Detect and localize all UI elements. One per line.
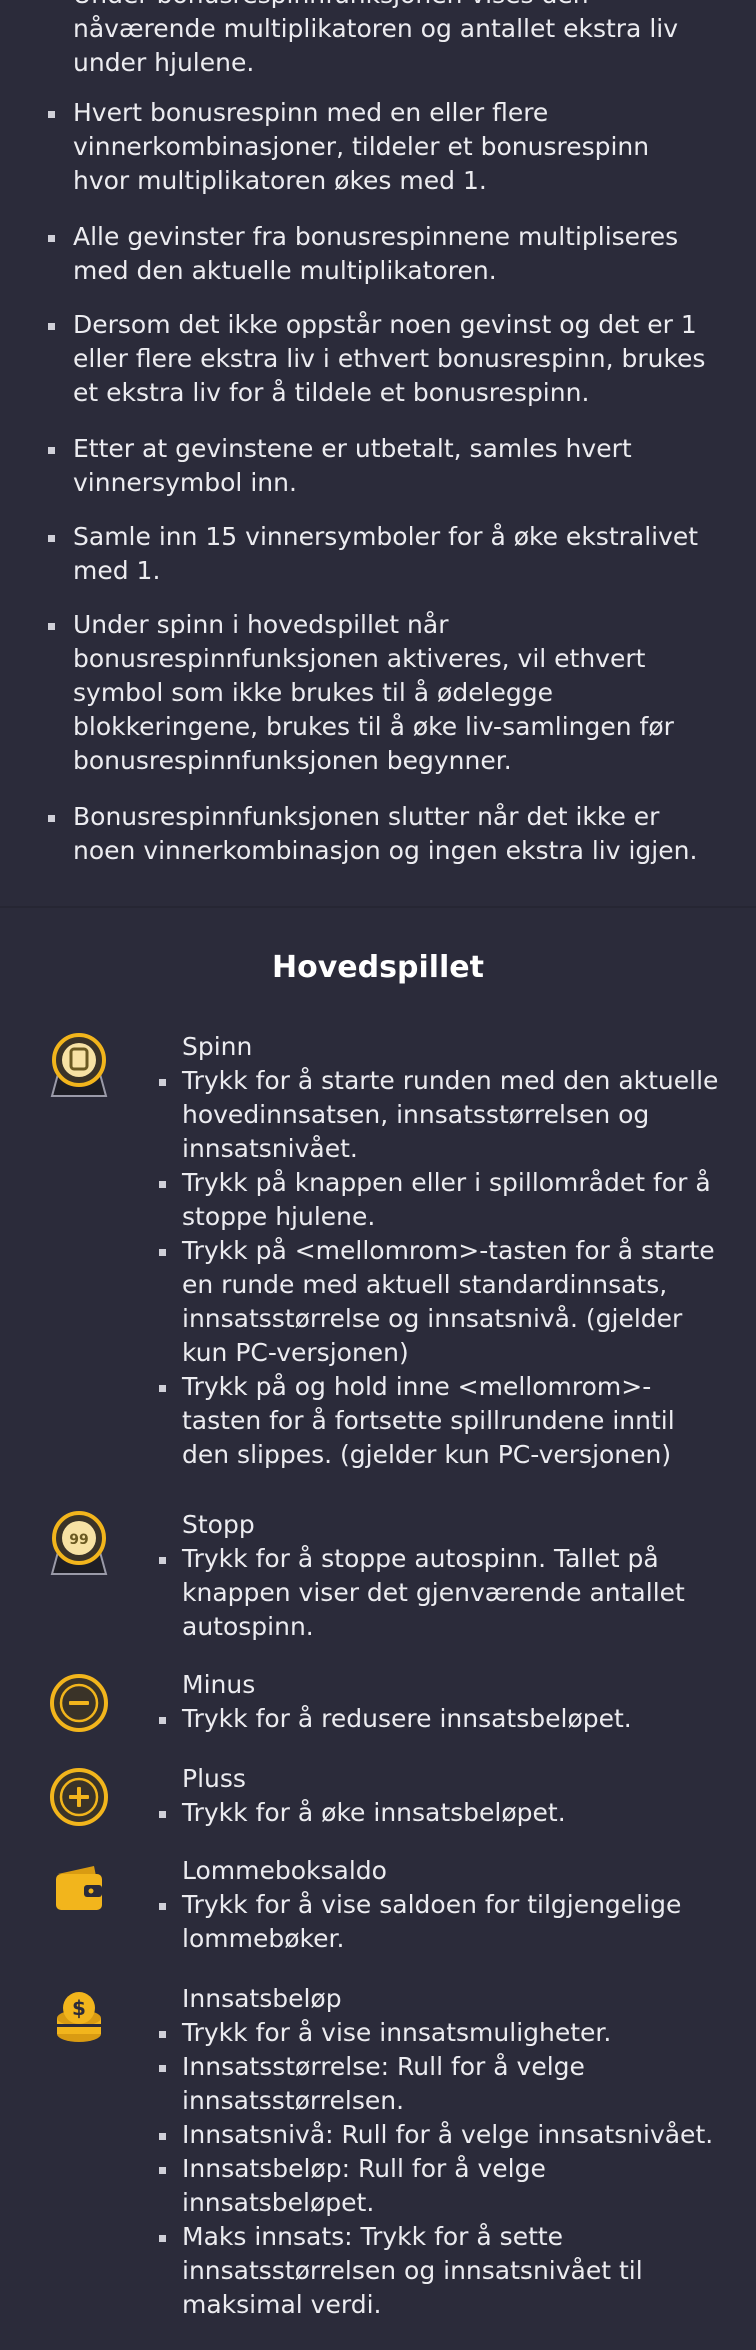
stop-description-list: Trykk for å stoppe autospinn. Tallet på … [159, 1542, 722, 1644]
spin-description-item: Trykk på <mellomrom>-tasten for å starte… [159, 1234, 722, 1370]
wallet-description-list: Trykk for å vise saldoen for tilgjengeli… [159, 1888, 722, 1956]
minus-description-item: Trykk for å redusere innsatsbeløpet. [159, 1702, 722, 1736]
rule-item: Bonusrespinnfunksjonen slutter når det i… [48, 800, 713, 868]
bet-description-item: Innsatsnivå: Rull for å velge innsatsniv… [159, 2118, 722, 2152]
bet-description-item: Trykk for å vise innsatsmuligheter. [159, 2016, 722, 2050]
stop-description-item: Trykk for å stoppe autospinn. Tallet på … [159, 1542, 722, 1644]
plus-label: Pluss [182, 1764, 246, 1793]
rule-item: Under bonusrespinnfunksjonen vises den n… [73, 0, 713, 80]
plus-description-list: Trykk for å øke innsatsbeløpet. [159, 1796, 722, 1830]
autospin-count-badge: 99 [69, 1532, 88, 1548]
wallet-icon [44, 1854, 114, 1924]
stop-autospin-button-icon: 99 [44, 1508, 114, 1578]
minus-description-list: Trykk for å redusere innsatsbeløpet. [159, 1702, 722, 1736]
bet-description-list: Trykk for å vise innsatsmuligheter. Inns… [159, 2016, 722, 2322]
spin-label: Spinn [182, 1032, 253, 1061]
spin-button-icon [44, 1030, 114, 1100]
plus-icon [44, 1762, 114, 1832]
spin-description-item: Trykk på og hold inne <mellomrom>-tasten… [159, 1370, 722, 1472]
svg-text:$: $ [72, 1996, 86, 2020]
section-divider [0, 906, 756, 908]
rule-item: Etter at gevinstene er utbetalt, samles … [48, 432, 713, 500]
plus-description-item: Trykk for å øke innsatsbeløpet. [159, 1796, 722, 1830]
coins-icon: $ [44, 1982, 114, 2052]
section-title: Hovedspillet [272, 950, 484, 985]
bet-description-item: Innsatsbeløp: Rull for å velge innsatsbe… [159, 2152, 722, 2220]
spin-description-item: Trykk for å starte runden med den aktuel… [159, 1064, 722, 1166]
wallet-description-item: Trykk for å vise saldoen for tilgjengeli… [159, 1888, 722, 1956]
bet-label: Innsatsbeløp [182, 1984, 342, 2013]
bet-description-item: Maks innsats: Trykk for å sette innsatss… [159, 2220, 722, 2322]
rule-item: Under spinn i hovedspillet når bonusresp… [48, 608, 713, 778]
minus-label: Minus [182, 1670, 256, 1699]
minus-icon [44, 1668, 114, 1738]
bet-description-item: Innsatsstørrelse: Rull for å velge innsa… [159, 2050, 722, 2118]
rule-item: Dersom det ikke oppstår noen gevinst og … [48, 308, 713, 410]
rule-item: Hvert bonusrespinn med en eller flere vi… [48, 96, 713, 198]
rule-item: Alle gevinster fra bonusrespinnene multi… [48, 220, 713, 288]
stop-label: Stopp [182, 1510, 255, 1539]
rule-item: Samle inn 15 vinnersymboler for å øke ek… [48, 520, 713, 588]
wallet-label: Lommeboksaldo [182, 1856, 387, 1885]
spin-description-list: Trykk for å starte runden med den aktuel… [159, 1064, 722, 1472]
spin-description-item: Trykk på knappen eller i spillområdet fo… [159, 1166, 722, 1234]
